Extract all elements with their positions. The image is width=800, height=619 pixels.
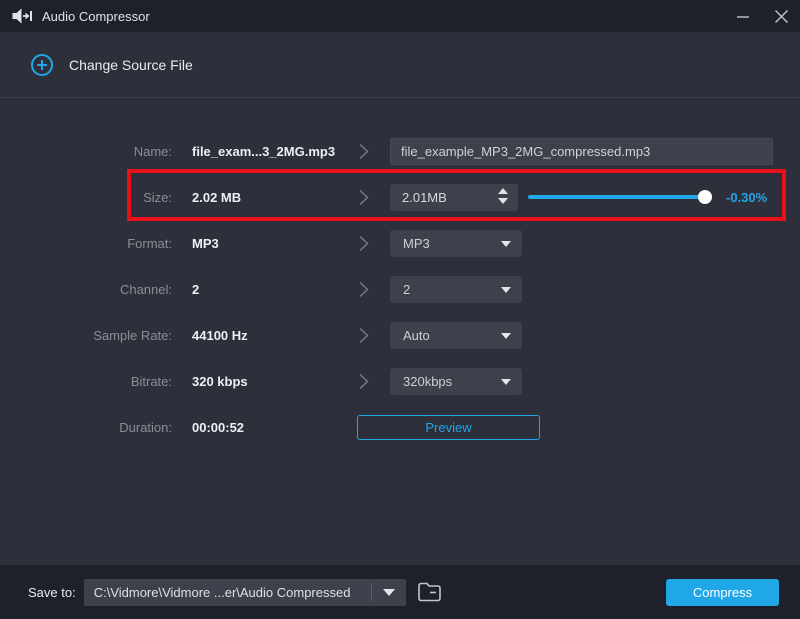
size-label: Size:	[0, 190, 172, 205]
channel-row: Channel: 2 2	[0, 266, 800, 312]
sample-rate-label: Sample Rate:	[0, 328, 172, 343]
spinner-up-icon[interactable]	[498, 188, 508, 194]
settings-panel: Name: file_exam...3_2MG.mp3 Size: 2.02 M…	[0, 98, 800, 450]
audio-compressor-icon	[12, 8, 33, 24]
dropdown-arrow-icon	[501, 333, 511, 339]
duration-row: Duration: 00:00:52 Preview	[0, 404, 800, 450]
chevron-right-icon	[336, 235, 390, 252]
format-original-value: MP3	[192, 236, 336, 251]
dropdown-arrow-icon	[501, 379, 511, 385]
compress-button[interactable]: Compress	[666, 579, 779, 606]
format-row: Format: MP3 MP3	[0, 220, 800, 266]
output-name-input[interactable]	[390, 138, 773, 165]
bitrate-label: Bitrate:	[0, 374, 172, 389]
format-label: Format:	[0, 236, 172, 251]
open-folder-button[interactable]	[416, 580, 443, 604]
target-size-spinner	[390, 184, 518, 211]
chevron-right-icon	[336, 281, 390, 298]
minimize-icon	[736, 9, 750, 23]
save-path-input[interactable]	[84, 585, 371, 600]
window-title: Audio Compressor	[42, 9, 150, 24]
channel-label: Channel:	[0, 282, 172, 297]
save-to-label: Save to:	[28, 585, 76, 600]
sample-rate-row: Sample Rate: 44100 Hz Auto	[0, 312, 800, 358]
sample-rate-selected-value: Auto	[403, 328, 430, 343]
minimize-button[interactable]	[724, 0, 762, 32]
dropdown-arrow-icon	[501, 241, 511, 247]
channel-original-value: 2	[192, 282, 336, 297]
titlebar: Audio Compressor	[0, 0, 800, 32]
size-slider[interactable]	[528, 190, 710, 204]
bitrate-dropdown[interactable]: 320kbps	[390, 368, 522, 395]
bitrate-original-value: 320 kbps	[192, 374, 336, 389]
spinner-down-icon[interactable]	[498, 198, 508, 204]
chevron-right-icon	[336, 327, 390, 344]
source-bar: Change Source File	[0, 32, 800, 98]
slider-handle[interactable]	[698, 190, 712, 204]
chevron-right-icon	[336, 189, 390, 206]
format-selected-value: MP3	[403, 236, 430, 251]
window-controls	[724, 0, 800, 32]
footer-bar: Save to: Compress	[0, 565, 800, 619]
size-reduction-percent: -0.30%	[726, 190, 767, 205]
dropdown-arrow-icon	[383, 589, 395, 596]
save-path-dropdown-button[interactable]	[372, 579, 406, 606]
change-source-file-button[interactable]: Change Source File	[30, 53, 193, 77]
close-icon	[774, 9, 789, 24]
duration-label: Duration:	[0, 420, 172, 435]
bitrate-row: Bitrate: 320 kbps 320kbps	[0, 358, 800, 404]
name-original-value: file_exam...3_2MG.mp3	[192, 144, 336, 159]
chevron-right-icon	[336, 373, 390, 390]
chevron-right-icon	[336, 143, 390, 160]
preview-button[interactable]: Preview	[357, 415, 540, 440]
save-path-field	[84, 579, 406, 606]
spinner-arrows	[498, 188, 508, 204]
size-row: Size: 2.02 MB -0.30%	[0, 174, 800, 220]
name-label: Name:	[0, 144, 172, 159]
size-original-value: 2.02 MB	[192, 190, 336, 205]
dropdown-arrow-icon	[501, 287, 511, 293]
format-dropdown[interactable]: MP3	[390, 230, 522, 257]
change-source-file-label: Change Source File	[69, 57, 193, 73]
bitrate-selected-value: 320kbps	[403, 374, 452, 389]
slider-track[interactable]	[528, 195, 710, 199]
sample-rate-dropdown[interactable]: Auto	[390, 322, 522, 349]
audio-compressor-window: Audio Compressor Change Source	[0, 0, 800, 619]
channel-dropdown[interactable]: 2	[390, 276, 522, 303]
folder-icon	[416, 580, 443, 604]
channel-selected-value: 2	[403, 282, 410, 297]
close-button[interactable]	[762, 0, 800, 32]
sample-rate-original-value: 44100 Hz	[192, 328, 336, 343]
plus-circle-icon	[30, 53, 54, 77]
target-size-input[interactable]	[390, 190, 472, 205]
name-row: Name: file_exam...3_2MG.mp3	[0, 128, 800, 174]
duration-value: 00:00:52	[192, 420, 336, 435]
